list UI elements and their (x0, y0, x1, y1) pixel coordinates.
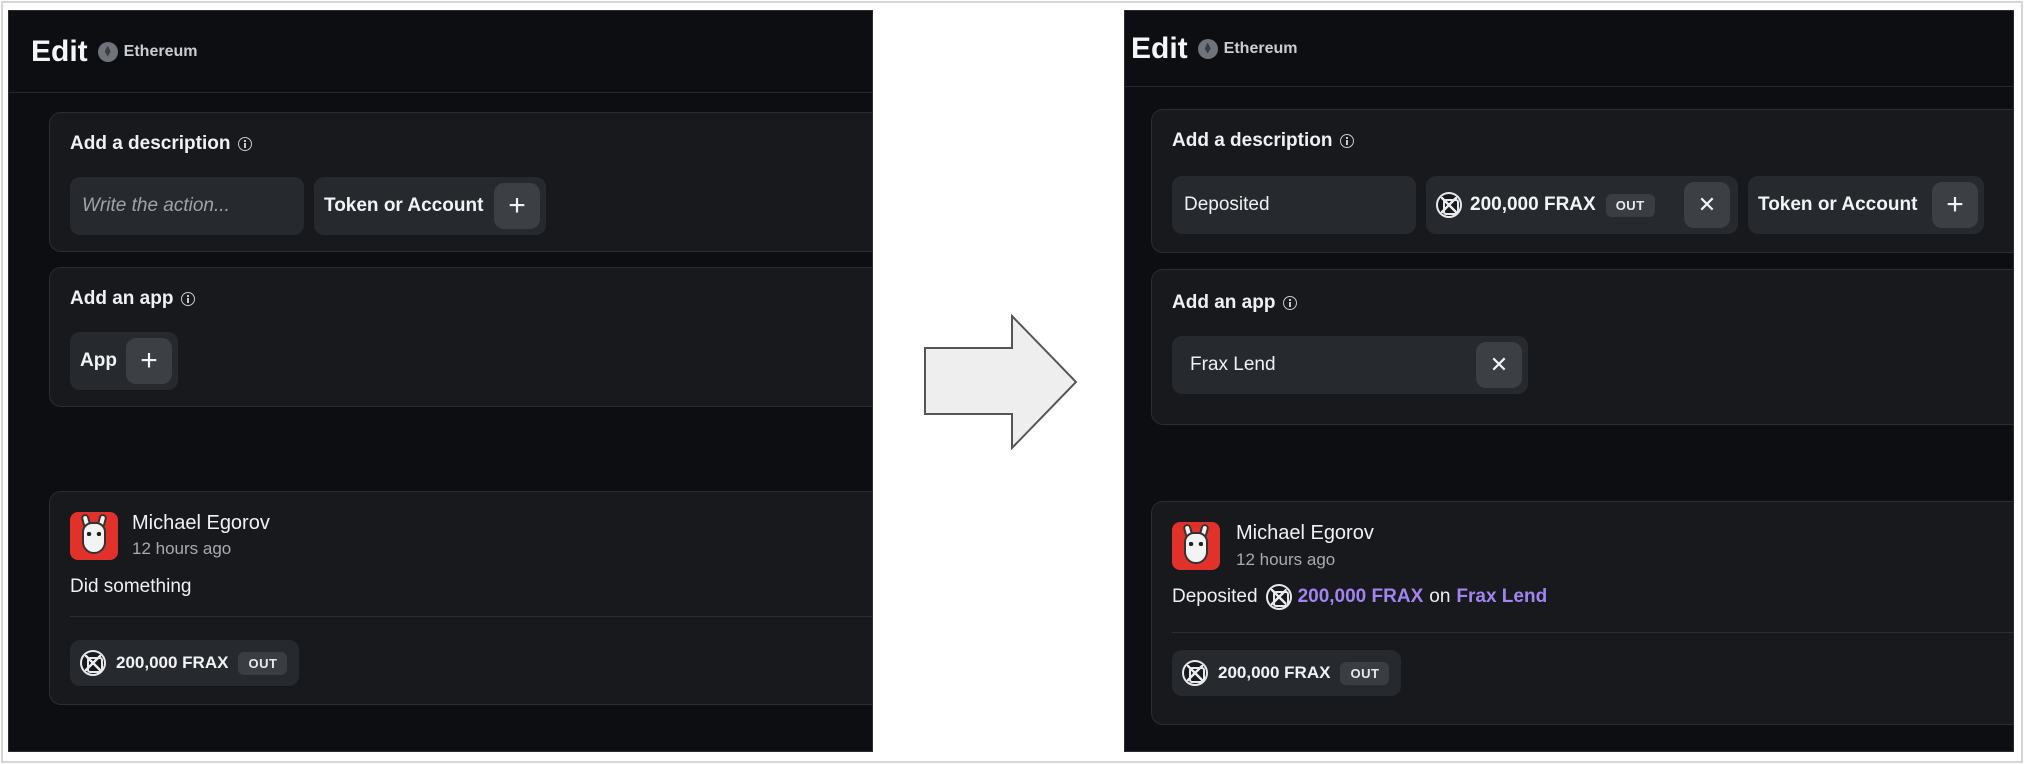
app-card: Add an app App + (49, 267, 872, 407)
ethereum-icon (97, 41, 118, 62)
token-amount: 200,000 FRAX (1218, 663, 1331, 682)
app-label: Add an app (1172, 292, 1298, 314)
add-icon[interactable]: + (494, 183, 540, 229)
frax-icon (80, 650, 106, 676)
timestamp: 12 hours ago (132, 539, 232, 558)
token-chip: 200,000 FRAX OUT (1172, 650, 1402, 696)
before-panel: Edit Ethereum Add a description Write th… (8, 10, 873, 752)
description-label: Add a description (1172, 130, 1355, 152)
direction-badge: OUT (1340, 661, 1390, 685)
description-input[interactable]: Deposited (1172, 176, 1416, 234)
add-icon[interactable]: + (1932, 182, 1978, 228)
frax-icon (1265, 584, 1292, 610)
page-title: Edit (31, 34, 88, 68)
divider (70, 616, 872, 617)
chain-badge: Ethereum (97, 41, 198, 62)
info-icon[interactable] (1340, 134, 1355, 148)
direction-badge: OUT (238, 651, 288, 675)
app-label: Add an app (70, 288, 196, 310)
token-amount: 200,000 FRAX (116, 653, 229, 672)
info-icon[interactable] (1283, 296, 1298, 310)
frax-icon (1182, 660, 1208, 686)
add-icon[interactable]: + (126, 338, 172, 384)
token-chip: 200,000 FRAX OUT (70, 640, 300, 686)
frax-icon (1436, 192, 1462, 218)
activity-verb: Deposited (1172, 586, 1258, 607)
transition-arrow-icon (924, 314, 1078, 450)
activity-on: on (1429, 586, 1451, 607)
avatar (1172, 522, 1220, 570)
activity-amount-link[interactable]: 200,000 FRAX (1298, 586, 1424, 608)
page-title: Edit (1131, 31, 1188, 65)
description-label: Add a description (70, 133, 253, 155)
direction-badge: OUT (1605, 193, 1655, 217)
app-card: Add an app Frax Lend ✕ (1151, 269, 2013, 425)
ethereum-icon (1197, 38, 1218, 59)
token-amount: 200,000 FRAX (1470, 194, 1596, 215)
activity-text: Did something (70, 576, 192, 597)
divider (1172, 632, 2013, 633)
user-name: Michael Egorov (1236, 522, 1374, 544)
edit-header: Edit Ethereum (1125, 11, 2013, 87)
description-input[interactable]: Write the action... (70, 177, 304, 235)
chain-name: Ethereum (123, 42, 198, 60)
remove-app-icon[interactable]: ✕ (1476, 342, 1522, 388)
token-or-account-button[interactable]: Token or Account + (314, 177, 546, 235)
after-panel: Edit Ethereum Add a description Deposite… (1124, 10, 2014, 752)
info-icon[interactable] (238, 137, 253, 151)
selected-token-chip[interactable]: 200,000 FRAX OUT ✕ (1426, 176, 1738, 234)
info-icon[interactable] (181, 292, 196, 306)
timestamp: 12 hours ago (1236, 550, 1336, 569)
token-or-account-button[interactable]: Token or Account + (1748, 176, 1984, 234)
activity-text: Deposited 200,000 FRAX on Frax Lend (1172, 584, 1547, 610)
remove-token-icon[interactable]: ✕ (1684, 182, 1730, 228)
edit-header: Edit Ethereum (9, 11, 872, 93)
description-card: Add a description Write the action... To… (49, 112, 872, 252)
activity-preview-card: Michael Egorov 12 hours ago Did somethin… (49, 491, 872, 705)
user-name: Michael Egorov (132, 512, 270, 534)
selected-app-field[interactable]: Frax Lend ✕ (1172, 336, 1528, 394)
description-card: Add a description Deposited 200,000 FRAX… (1151, 109, 2013, 253)
app-button[interactable]: App + (70, 332, 178, 390)
activity-preview-card: Michael Egorov 12 hours ago Deposited 20… (1151, 501, 2013, 725)
avatar (70, 512, 118, 560)
chain-name: Ethereum (1223, 39, 1298, 57)
activity-app-link[interactable]: Frax Lend (1456, 586, 1547, 608)
chain-badge: Ethereum (1197, 38, 1298, 59)
